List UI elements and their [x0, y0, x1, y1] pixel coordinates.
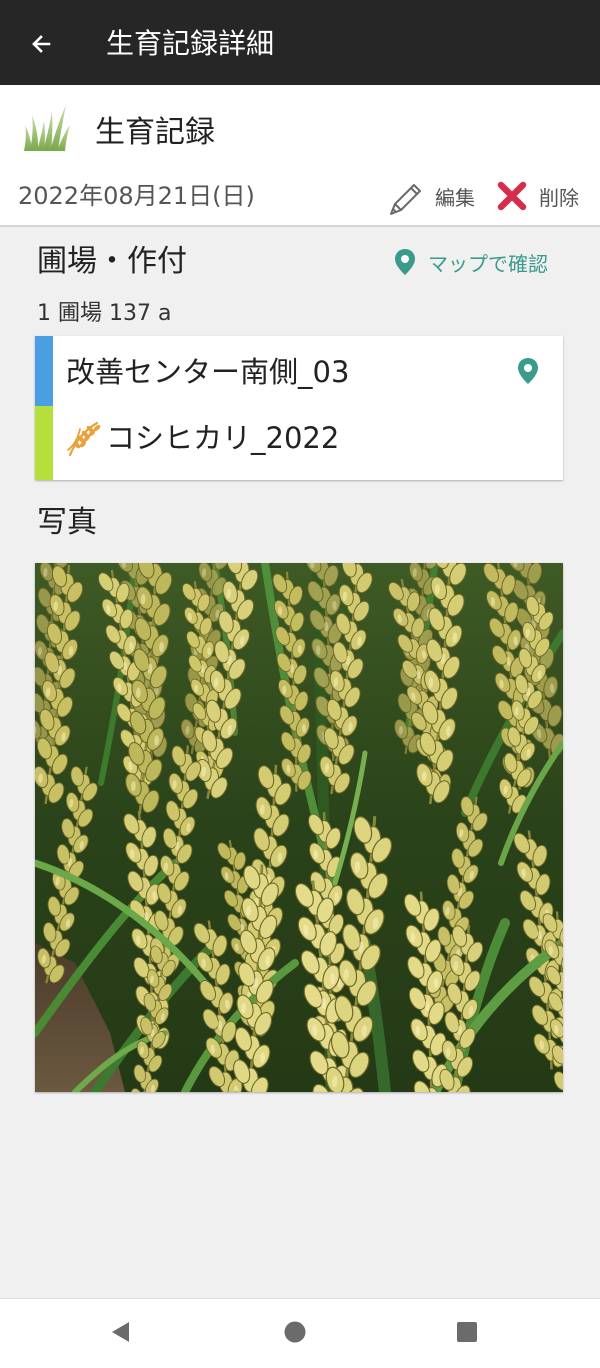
- field-color-strip: [35, 336, 53, 406]
- record-type-title: 生育記録: [95, 115, 215, 150]
- map-pin-icon: [518, 358, 538, 384]
- close-icon: [497, 181, 527, 211]
- delete-button[interactable]: 削除: [495, 176, 579, 216]
- field-card: 改善センター南側_03 コシヒカリ_2022: [35, 336, 563, 480]
- nav-back-icon: [112, 1322, 129, 1342]
- app-bar: 生育記録詳細: [0, 0, 600, 85]
- crop-color-strip: [35, 406, 53, 480]
- back-button[interactable]: [19, 22, 63, 66]
- record-date: 2022年08月21日(日): [18, 182, 255, 210]
- map-link-label: マップで確認: [428, 251, 548, 276]
- arrow-back-icon: [32, 35, 51, 53]
- pencil-icon: [390, 184, 421, 215]
- crop-row[interactable]: コシヒカリ_2022: [35, 406, 563, 480]
- record-header: 生育記録 2022年08月21日(日) 編集 削除: [0, 85, 600, 227]
- edit-label: 編集: [435, 185, 475, 210]
- nav-home-icon: [284, 1321, 306, 1343]
- nav-home-button[interactable]: [270, 1307, 320, 1357]
- map-link-button[interactable]: マップで確認: [394, 243, 548, 281]
- nav-recents-icon: [457, 1322, 477, 1342]
- field-section-heading: 圃場・作付: [37, 244, 187, 279]
- field-location-button[interactable]: [515, 355, 541, 387]
- grass-icon: [24, 105, 70, 151]
- nav-back-button[interactable]: [96, 1307, 146, 1357]
- field-summary: 1 圃場 137 a: [37, 301, 172, 326]
- nav-recents-button[interactable]: [442, 1307, 492, 1357]
- field-name: 改善センター南側_03: [66, 355, 350, 389]
- rice-field-photo[interactable]: [35, 563, 563, 1092]
- field-row[interactable]: 改善センター南側_03: [35, 336, 563, 406]
- crop-name: コシヒカリ_2022: [106, 421, 340, 455]
- photo-section-heading: 写真: [37, 505, 97, 540]
- map-pin-icon: [395, 249, 415, 275]
- edit-button[interactable]: 編集: [385, 176, 475, 216]
- delete-label: 削除: [539, 185, 579, 210]
- system-nav-bar: [0, 1298, 600, 1368]
- rice-field-image: [35, 563, 563, 1092]
- rice-icon: [67, 421, 101, 457]
- screen-title: 生育記録詳細: [106, 27, 275, 60]
